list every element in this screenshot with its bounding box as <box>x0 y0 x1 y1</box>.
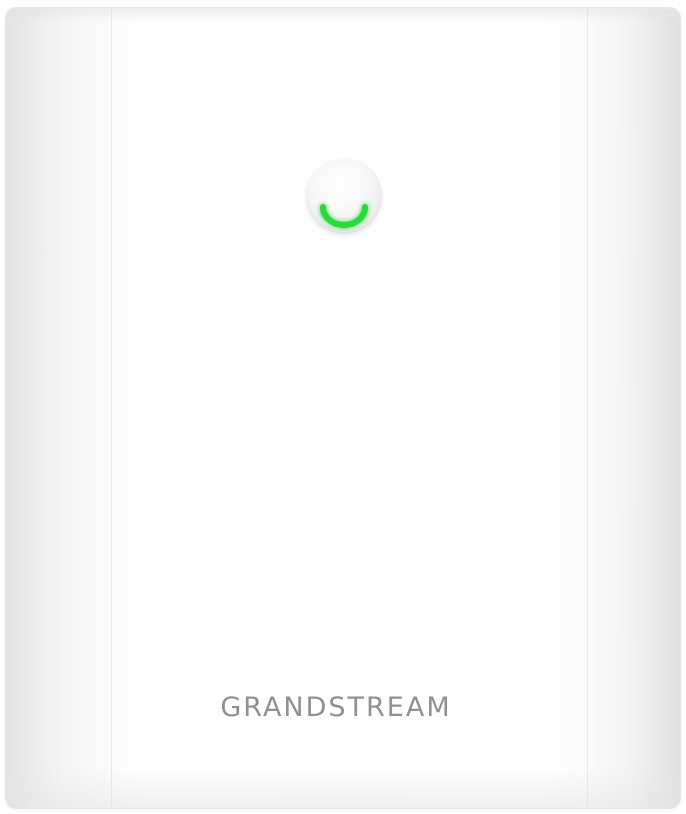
left-side-facet <box>6 8 112 808</box>
brand-logo: GRANDSTREAM <box>220 692 452 723</box>
status-led-icon <box>320 204 368 228</box>
bottom-edge <box>6 768 680 808</box>
top-edge <box>6 8 680 22</box>
right-side-facet <box>587 8 680 808</box>
access-point-device <box>6 8 680 808</box>
product-photo: GRANDSTREAM <box>0 0 686 814</box>
led-dome <box>306 158 382 234</box>
